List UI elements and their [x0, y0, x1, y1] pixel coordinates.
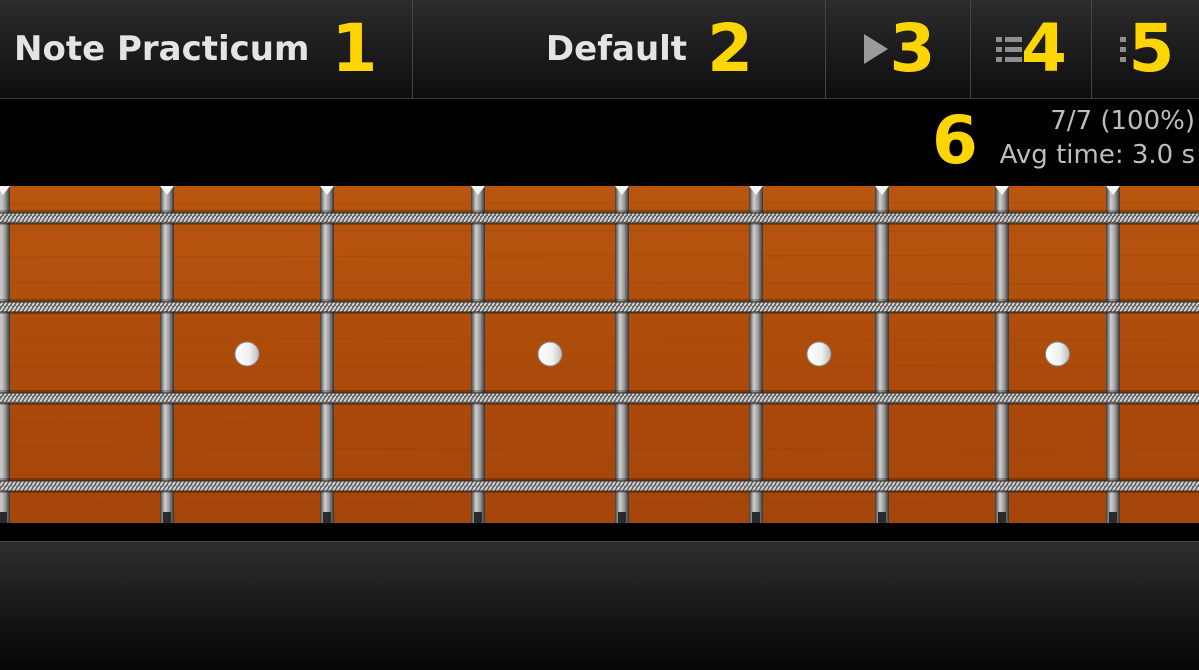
fretboard-wood: [0, 186, 1199, 523]
stats-panel: 7/7 (100%) Avg time: 3.0 s: [1000, 104, 1195, 172]
play-button[interactable]: 3: [826, 0, 971, 98]
fret: [615, 186, 629, 523]
bottom-panel: [0, 541, 1199, 670]
callout-badge-3: 3: [889, 10, 936, 87]
callout-badge-4: 4: [1021, 10, 1067, 87]
fret: [749, 186, 763, 523]
inlay-dot: [806, 341, 832, 367]
avg-time-text: Avg time: 3.0 s: [999, 140, 1195, 170]
inlay-dot: [234, 341, 260, 367]
guitar-string[interactable]: [0, 478, 1199, 493]
fret: [320, 186, 334, 523]
fret: [160, 186, 174, 523]
overflow-menu-button[interactable]: 5: [1092, 0, 1199, 98]
fret: [1106, 186, 1120, 523]
guitar-string[interactable]: [0, 299, 1199, 314]
action-bar: Note Practicum 1 Default 2 3 4 5: [0, 0, 1199, 99]
app-title-area[interactable]: Note Practicum 1: [0, 0, 412, 98]
guitar-string[interactable]: [0, 390, 1199, 405]
play-icon: [863, 34, 888, 64]
callout-badge-2: 2: [707, 10, 753, 87]
fretboard[interactable]: [0, 186, 1199, 523]
guitar-string[interactable]: [0, 210, 1199, 225]
overflow-menu-icon: [1119, 37, 1126, 62]
preset-selector[interactable]: Default 2: [413, 0, 825, 98]
callout-badge-6: 6: [932, 102, 978, 179]
preset-label: Default: [545, 29, 688, 69]
list-icon: [996, 37, 1023, 62]
list-button[interactable]: 4: [971, 0, 1091, 98]
inlay-dot: [1045, 341, 1070, 367]
inlay-dot: [537, 341, 563, 367]
fret: [995, 186, 1009, 523]
score-text: 7/7 (100%): [1050, 106, 1195, 136]
fret: [471, 186, 485, 523]
fret: [0, 186, 10, 523]
callout-badge-5: 5: [1128, 10, 1175, 87]
callout-badge-1: 1: [331, 10, 378, 87]
fret: [875, 186, 889, 523]
app-title: Note Practicum: [14, 29, 310, 69]
